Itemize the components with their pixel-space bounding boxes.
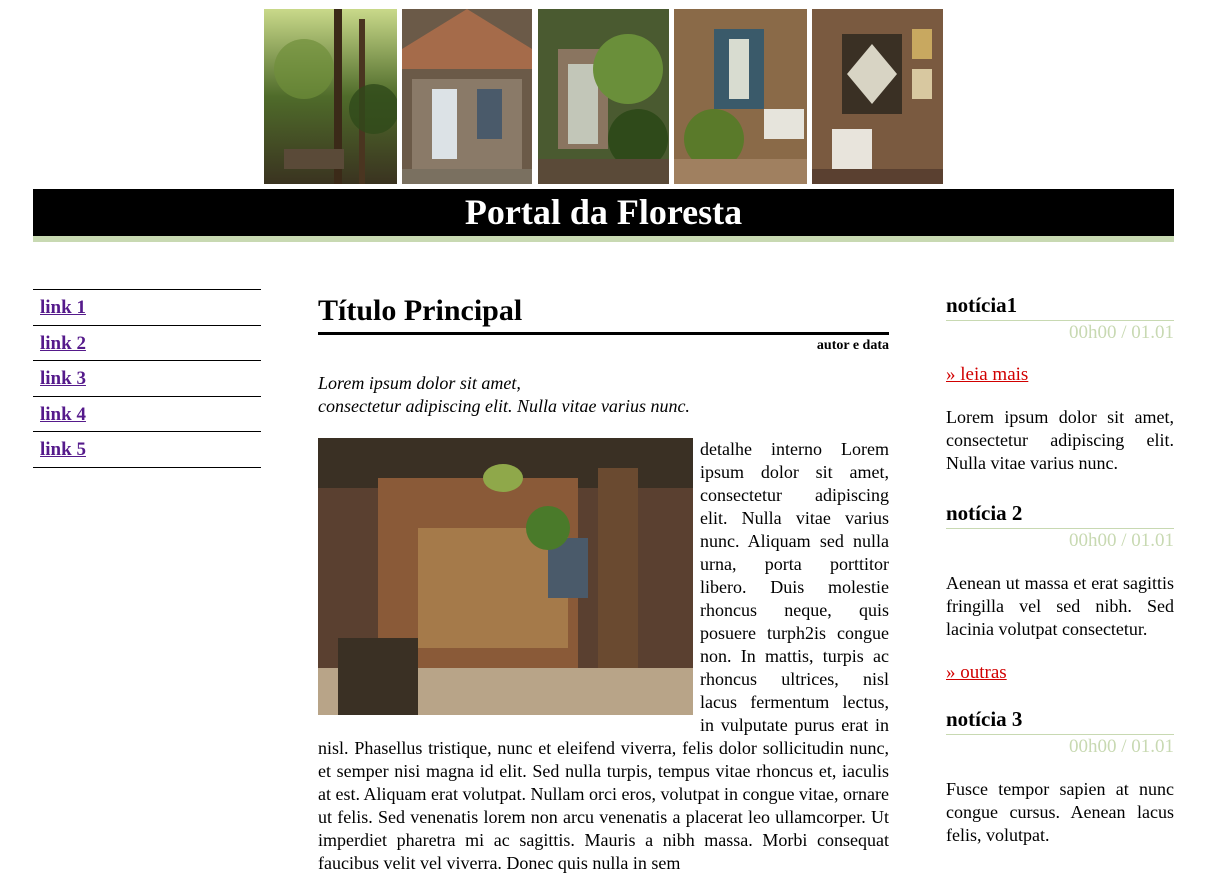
nav-link-4[interactable]: link 4 xyxy=(40,404,86,425)
wall-display-photo xyxy=(812,9,943,184)
news-title-1: notícia1 xyxy=(946,290,1174,321)
news-time-3: 00h00 / 01.01 xyxy=(1068,736,1174,757)
news-item-1: notícia1 00h00 / 01.01 » leia mais Lorem… xyxy=(946,290,1174,475)
news-text-1: Lorem ipsum dolor sit amet, consectetur … xyxy=(946,407,1174,473)
sidebar-item-link-1: link 1 xyxy=(33,290,261,326)
news-text-2: Aenean ut massa et erat sagittis fringil… xyxy=(946,573,1174,639)
nav-link-2[interactable]: link 2 xyxy=(40,333,86,354)
news-time-2: 00h00 / 01.01 xyxy=(1068,530,1174,551)
interior-lobby-photo xyxy=(318,438,693,715)
sidebar-nav: link 1 link 2 link 3 link 4 link 5 xyxy=(33,289,261,468)
article-lead: Lorem ipsum dolor sit amet, consectetur … xyxy=(318,372,889,418)
sidebar-item-link-4: link 4 xyxy=(33,397,261,432)
main-article: Título Principal autor e data Lorem ipsu… xyxy=(318,290,889,875)
site-title: Portal da Floresta xyxy=(464,192,743,232)
news-text-3: Fusce tempor sapien at nunc congue cursu… xyxy=(946,779,1174,845)
article-body: detalhe interno Lorem ipsum dolor sit am… xyxy=(318,438,889,875)
lead-line-1: Lorem ipsum dolor sit amet, xyxy=(318,373,521,393)
news-item-3: notícia 3 00h00 / 01.01 Fusce tempor sap… xyxy=(946,704,1174,847)
page-title: Título Principal xyxy=(318,290,889,335)
read-more-link[interactable]: » leia mais xyxy=(946,363,1028,387)
sidebar-item-link-2: link 2 xyxy=(33,326,261,361)
nav-link-5[interactable]: link 5 xyxy=(40,439,86,460)
news-time-1: 00h00 / 01.01 xyxy=(1068,322,1174,343)
others-link[interactable]: » outras xyxy=(946,661,1007,685)
nav-link-3[interactable]: link 3 xyxy=(40,368,86,389)
cottage-photo xyxy=(402,9,532,184)
news-item-2: notícia 2 00h00 / 01.01 Aenean ut massa … xyxy=(946,498,1174,685)
news-column: notícia1 00h00 / 01.01 » leia mais Lorem… xyxy=(946,290,1174,847)
forest-path-photo xyxy=(264,9,397,184)
site-title-bar: Portal da Floresta xyxy=(33,189,1174,242)
sidebar-item-link-3: link 3 xyxy=(33,361,261,397)
garden-gate-photo xyxy=(538,9,669,184)
news-title-2: notícia 2 xyxy=(946,498,1174,529)
lead-line-2: consectetur adipiscing elit. Nulla vitae… xyxy=(318,396,690,416)
author-date: autor e data xyxy=(816,338,889,353)
news-title-3: notícia 3 xyxy=(946,704,1174,735)
interior-stair-photo xyxy=(674,9,807,184)
sidebar-item-link-5: link 5 xyxy=(33,432,261,468)
nav-link-1[interactable]: link 1 xyxy=(40,297,86,318)
